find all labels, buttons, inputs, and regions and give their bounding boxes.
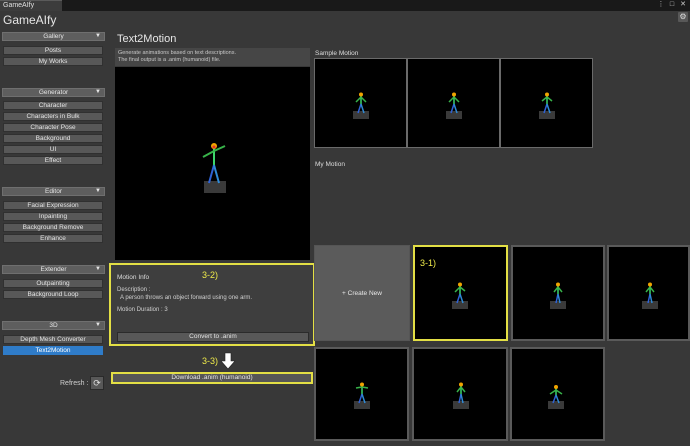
refresh-label: Refresh :: [60, 380, 89, 387]
my-motion-label: My Motion: [315, 161, 345, 168]
motion-info-title: Motion Info: [117, 274, 150, 281]
skeleton-figure: [548, 385, 564, 409]
chevron-down-icon: ▼: [95, 33, 101, 39]
sidebar-item-effect[interactable]: Effect: [3, 156, 103, 165]
download-button[interactable]: Download .anim (humanoid): [111, 372, 313, 384]
section-gallery[interactable]: Gallery ▼: [2, 32, 105, 41]
sample-motion-label: Sample Motion: [315, 50, 359, 57]
sidebar-item-background-loop[interactable]: Background Loop: [3, 290, 103, 299]
annotation-3-3: 3-3): [202, 356, 219, 366]
sidebar-item-character-pose[interactable]: Character Pose: [3, 123, 103, 132]
skeleton-figure: [550, 282, 566, 309]
sidebar-item-my-works[interactable]: My Works: [3, 57, 103, 66]
description-label: Description :: [117, 287, 151, 293]
section-3d[interactable]: 3D ▼: [2, 321, 105, 330]
chevron-down-icon: ▼: [95, 188, 101, 194]
sidebar-item-background[interactable]: Background: [3, 134, 103, 143]
annotation-3-2: 3-2): [202, 270, 219, 280]
section-editor[interactable]: Editor ▼: [2, 187, 105, 196]
sidebar-item-enhance[interactable]: Enhance: [3, 234, 103, 243]
page-title: Text2Motion: [117, 33, 177, 45]
sidebar-item-background-remove[interactable]: Background Remove: [3, 223, 103, 232]
gear-icon[interactable]: ⚙: [678, 12, 688, 22]
sidebar-item-character[interactable]: Character: [3, 101, 103, 110]
sidebar-item-characters-in-bulk[interactable]: Characters in Bulk: [3, 112, 103, 121]
skeleton-figure: [453, 382, 469, 409]
sidebar-item-posts[interactable]: Posts: [3, 46, 103, 55]
more-options-icon[interactable]: ⋮: [657, 1, 665, 9]
maximize-icon[interactable]: □: [668, 1, 676, 9]
skeleton-figure: [452, 282, 468, 309]
chevron-down-icon: ▼: [95, 266, 101, 272]
refresh-icon[interactable]: ⟳: [90, 376, 104, 390]
sidebar-item-text2motion[interactable]: Text2Motion: [3, 346, 103, 355]
skeleton-figure: [353, 92, 369, 119]
sidebar-item-outpainting[interactable]: Outpainting: [3, 279, 103, 288]
skeleton-figure: [202, 143, 226, 193]
description-box: Generate animations based on text descri…: [115, 48, 310, 66]
sidebar-item-facial-expression[interactable]: Facial Expression: [3, 201, 103, 210]
section-generator[interactable]: Generator ▼: [2, 88, 105, 97]
annotation-3-1: 3-1): [420, 258, 437, 268]
tab-gameaify[interactable]: GameAIfy: [0, 0, 62, 11]
chevron-down-icon: ▼: [95, 322, 101, 328]
description-value: A person throws an object forward using …: [120, 295, 253, 301]
arrow-down-icon: [220, 352, 236, 370]
app-title: GameAIfy: [3, 13, 57, 27]
create-new-button[interactable]: + Create New: [314, 245, 410, 341]
sidebar-item-depth-mesh-converter[interactable]: Depth Mesh Converter: [3, 335, 103, 344]
chevron-down-icon: ▼: [95, 89, 101, 95]
skeleton-figure: [446, 92, 462, 119]
motion-duration: Motion Duration : 3: [117, 307, 168, 313]
skeleton-figure: [642, 282, 658, 309]
window-tab-bar: GameAIfy ⋮ □ ✕: [0, 0, 690, 11]
skeleton-figure: [354, 382, 370, 409]
skeleton-figure: [539, 92, 555, 119]
sidebar-item-ui[interactable]: UI: [3, 145, 103, 154]
motion-preview[interactable]: [115, 67, 310, 260]
description-line-2: The final output is a .anim (humanoid) f…: [118, 56, 221, 63]
convert-button[interactable]: Convert to .anim: [117, 332, 309, 342]
section-extender[interactable]: Extender ▼: [2, 265, 105, 274]
close-icon[interactable]: ✕: [679, 1, 687, 9]
sidebar-item-inpainting[interactable]: Inpainting: [3, 212, 103, 221]
